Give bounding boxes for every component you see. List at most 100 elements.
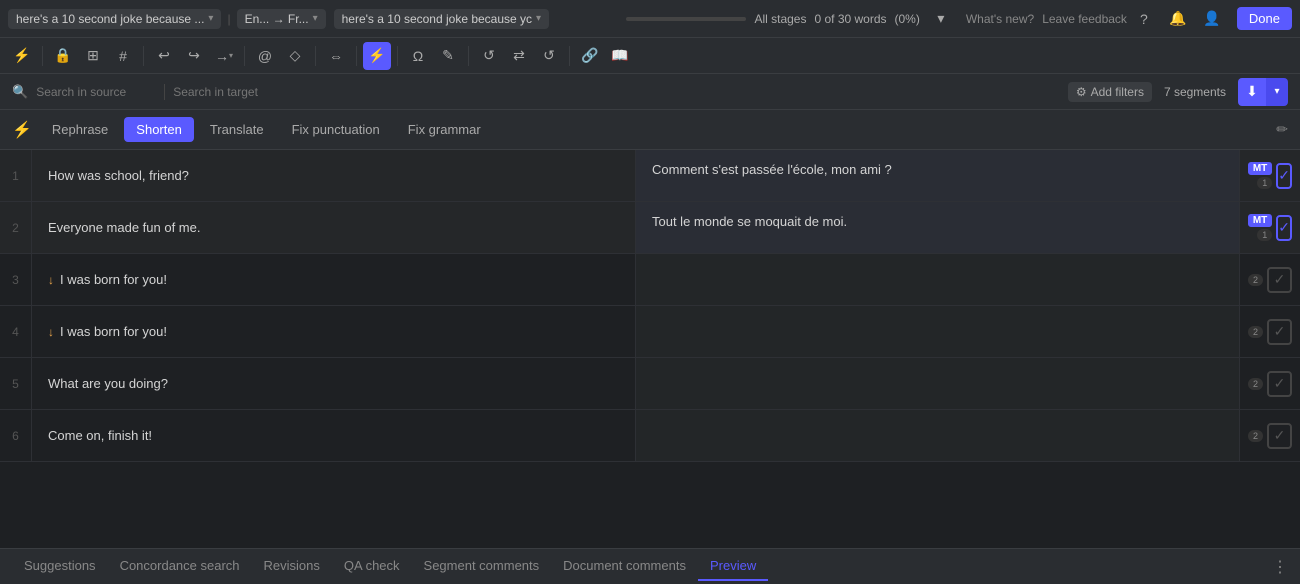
toolbar-book-btn[interactable]: 📖 <box>606 42 634 70</box>
confirm-btn[interactable]: ✓ <box>1267 319 1292 345</box>
toolbar-omega-btn[interactable]: Ω <box>404 42 432 70</box>
progress-bar-bg <box>626 17 746 21</box>
lang-pair-dropdown[interactable]: En... → Fr... ▾ <box>237 9 326 29</box>
ai-tab-translate[interactable]: Translate <box>198 117 276 142</box>
seg-target[interactable] <box>636 410 1240 461</box>
progress-dropdown[interactable]: ▾ <box>928 6 954 32</box>
seg-target[interactable] <box>636 254 1240 305</box>
target-doc-dropdown[interactable]: here's a 10 second joke because yc ▾ <box>334 9 549 29</box>
tab-concordance-search[interactable]: Concordance search <box>108 552 252 581</box>
filter-icon: ⚙ <box>1076 85 1087 99</box>
confirm-btn[interactable]: ✓ <box>1276 215 1292 241</box>
seg-badge-wrap: 2 <box>1248 378 1263 390</box>
toolbar-lightning-btn[interactable]: ⚡ <box>8 42 36 70</box>
seg-actions: 2✓ <box>1240 358 1300 409</box>
toolbar-hash-btn[interactable]: # <box>109 42 137 70</box>
source-doc-label: here's a 10 second joke because ... <box>16 12 204 26</box>
search-icon: 🔍 <box>12 84 28 100</box>
source-doc-chevron: ▾ <box>208 13 213 24</box>
help-icon[interactable]: ? <box>1131 6 1157 32</box>
search-bar: 🔍 ⚙ Add filters 7 segments ⬇ ▾ <box>0 74 1300 110</box>
ai-edit-icon[interactable]: ✏ <box>1276 121 1288 138</box>
toolbar-split-btn[interactable]: ⊞ <box>79 42 107 70</box>
toolbar-swap-btn[interactable]: ⇄ <box>505 42 533 70</box>
search-source-input[interactable] <box>36 85 156 99</box>
toolbar-tag-btn[interactable]: ◇ <box>281 42 309 70</box>
seg-actions: 2✓ <box>1240 410 1300 461</box>
seg-num: 4 <box>0 306 32 357</box>
toolbar-at-btn[interactable]: @ <box>251 42 279 70</box>
profile-icon[interactable]: 👤 <box>1199 6 1225 32</box>
download-btn[interactable]: ⬇ <box>1238 78 1266 106</box>
seg-source[interactable]: ↓I was born for you! <box>32 254 636 305</box>
seg-badge-wrap: 2 <box>1248 326 1263 338</box>
seg-source[interactable]: Everyone made fun of me. <box>32 202 636 253</box>
confirm-btn[interactable]: ✓ <box>1267 423 1292 449</box>
lang-pair-chevron: ▾ <box>313 13 318 24</box>
toolbar-edit-btn[interactable]: ✎ <box>434 42 462 70</box>
download-dropdown-btn[interactable]: ▾ <box>1266 78 1288 106</box>
ai-tab-fix-punctuation[interactable]: Fix punctuation <box>280 117 392 142</box>
table-row[interactable]: 3↓I was born for you!2✓ <box>0 254 1300 306</box>
tab-revisions[interactable]: Revisions <box>252 552 332 581</box>
seg-num: 6 <box>0 410 32 461</box>
whats-new-link[interactable]: What's new? <box>966 12 1034 26</box>
bell-icon[interactable]: 🔔 <box>1165 6 1191 32</box>
num-badge: 2 <box>1248 326 1263 338</box>
table-row[interactable]: 6Come on, finish it!2✓ <box>0 410 1300 462</box>
toolbar-forward-btn[interactable]: →▾ <box>210 42 238 70</box>
toolbar-lock-btn[interactable]: 🔒 <box>49 42 77 70</box>
seg-source-text: How was school, friend? <box>48 168 189 183</box>
lang-pair-label: En... → Fr... <box>245 12 309 26</box>
seg-source-text: Come on, finish it! <box>48 428 152 443</box>
confirm-btn[interactable]: ✓ <box>1267 371 1292 397</box>
seg-source[interactable]: What are you doing? <box>32 358 636 409</box>
ai-tab-fix-grammar[interactable]: Fix grammar <box>396 117 493 142</box>
table-row[interactable]: 5What are you doing?2✓ <box>0 358 1300 410</box>
toolbar-reset-btn[interactable]: ↺ <box>475 42 503 70</box>
tab-suggestions[interactable]: Suggestions <box>12 552 108 581</box>
segments-count: 7 segments <box>1164 85 1226 99</box>
toolbar-redo-btn[interactable]: ↪ <box>180 42 208 70</box>
toolbar-zap-btn[interactable]: ⚡ <box>363 42 391 70</box>
seg-target[interactable]: Comment s'est passée l'école, mon ami ? <box>636 150 1240 201</box>
table-row[interactable]: 2Everyone made fun of me.Tout le monde s… <box>0 202 1300 254</box>
target-doc-label: here's a 10 second joke because yc <box>342 12 532 26</box>
seg-actions: 2✓ <box>1240 254 1300 305</box>
toolbar-link-btn[interactable]: 🔗 <box>576 42 604 70</box>
seg-target[interactable]: Tout le monde se moquait de moi. <box>636 202 1240 253</box>
done-button[interactable]: Done <box>1237 7 1292 30</box>
ai-tab-shorten[interactable]: Shorten <box>124 117 194 142</box>
tab-segment-comments[interactable]: Segment comments <box>412 552 552 581</box>
toolbar-undo-btn[interactable]: ↩ <box>150 42 178 70</box>
stage-label: All stages <box>754 12 806 26</box>
ai-tab-rephrase[interactable]: Rephrase <box>40 117 120 142</box>
confirm-btn[interactable]: ✓ <box>1267 267 1292 293</box>
toolbar-undo2-btn[interactable]: ↺ <box>535 42 563 70</box>
seg-source[interactable]: ↓I was born for you! <box>32 306 636 357</box>
add-filters-btn[interactable]: ⚙ Add filters <box>1068 82 1152 102</box>
bottom-tabs: Suggestions Concordance search Revisions… <box>0 548 1300 584</box>
seg-badge-wrap: MT1 <box>1248 214 1272 241</box>
search-target-input[interactable] <box>173 85 293 99</box>
seg-badge-wrap: 2 <box>1248 430 1263 442</box>
confirm-btn[interactable]: ✓ <box>1276 163 1292 189</box>
tab-preview[interactable]: Preview <box>698 552 768 581</box>
table-row[interactable]: 1How was school, friend?Comment s'est pa… <box>0 150 1300 202</box>
leave-feedback-link[interactable]: Leave feedback <box>1042 12 1127 26</box>
more-tabs-icon[interactable]: ⋮ <box>1272 557 1288 577</box>
seg-target[interactable] <box>636 358 1240 409</box>
toolbar-divider-4 <box>315 46 316 66</box>
table-row[interactable]: 4↓I was born for you!2✓ <box>0 306 1300 358</box>
source-doc-dropdown[interactable]: here's a 10 second joke because ... ▾ <box>8 9 221 29</box>
toolbar-merge-btn[interactable]: ⇔ <box>322 42 350 70</box>
seg-target[interactable] <box>636 306 1240 357</box>
seg-source[interactable]: Come on, finish it! <box>32 410 636 461</box>
num-badge: 1 <box>1257 229 1272 241</box>
tab-qa-check[interactable]: QA check <box>332 552 412 581</box>
tab-document-comments[interactable]: Document comments <box>551 552 698 581</box>
seg-actions: 2✓ <box>1240 306 1300 357</box>
toolbar-divider-3 <box>244 46 245 66</box>
seg-source[interactable]: How was school, friend? <box>32 150 636 201</box>
seg-source-text: What are you doing? <box>48 376 168 391</box>
